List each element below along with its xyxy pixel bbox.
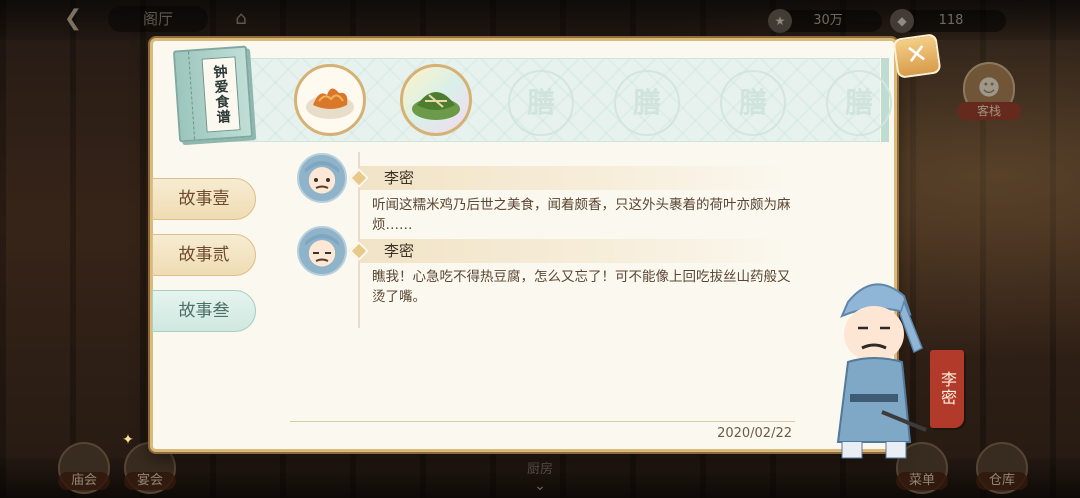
speaker-band bbox=[360, 239, 790, 263]
empty-dish-slot: 膳 bbox=[720, 70, 786, 136]
avatar bbox=[297, 153, 347, 203]
dish-fried[interactable] bbox=[294, 64, 366, 136]
dish-zongzi[interactable] bbox=[400, 64, 472, 136]
footer-divider bbox=[290, 421, 795, 422]
story-date: 2020/02/22 bbox=[717, 426, 792, 441]
tab-story-2[interactable]: 故事贰 bbox=[152, 234, 256, 276]
close-button[interactable]: ✕ bbox=[892, 33, 942, 79]
speaker-name: 李密 bbox=[384, 169, 415, 187]
speaker-name: 李密 bbox=[384, 242, 415, 260]
tab-story-3[interactable]: 故事叁 bbox=[152, 290, 256, 332]
sparkle-icon: ✦ bbox=[122, 432, 134, 448]
food-plate-icon bbox=[306, 88, 354, 119]
character-portrait bbox=[836, 283, 927, 459]
empty-dish-slot: 膳 bbox=[508, 70, 574, 136]
empty-dish-slot: 膳 bbox=[614, 70, 680, 136]
empty-dish-slot: 膳 bbox=[826, 70, 892, 136]
recipe-book-icon: 钟爱食谱 bbox=[172, 45, 254, 143]
close-icon: ✕ bbox=[903, 38, 930, 72]
character-face-icon bbox=[305, 234, 339, 262]
character-face-icon bbox=[305, 161, 339, 189]
dialogue-line: 听闻这糯米鸡乃后世之美食，闻着颇香，只这外头裹着的荷叶亦颇为麻烦…… bbox=[372, 197, 791, 233]
zongzi-icon bbox=[412, 92, 460, 120]
dialogue-line: 瞧我！心急吃不得热豆腐，怎么又忘了！可不能像上回吃拔丝山药般又烫了嘴。 bbox=[372, 269, 791, 305]
tab-story-1[interactable]: 故事壹 bbox=[152, 178, 256, 220]
book-title: 钟爱食谱 bbox=[201, 56, 241, 133]
avatar bbox=[297, 226, 347, 276]
book-spine bbox=[179, 51, 196, 141]
speaker-band bbox=[360, 166, 790, 190]
character-name-banner: 李密 bbox=[930, 350, 964, 428]
